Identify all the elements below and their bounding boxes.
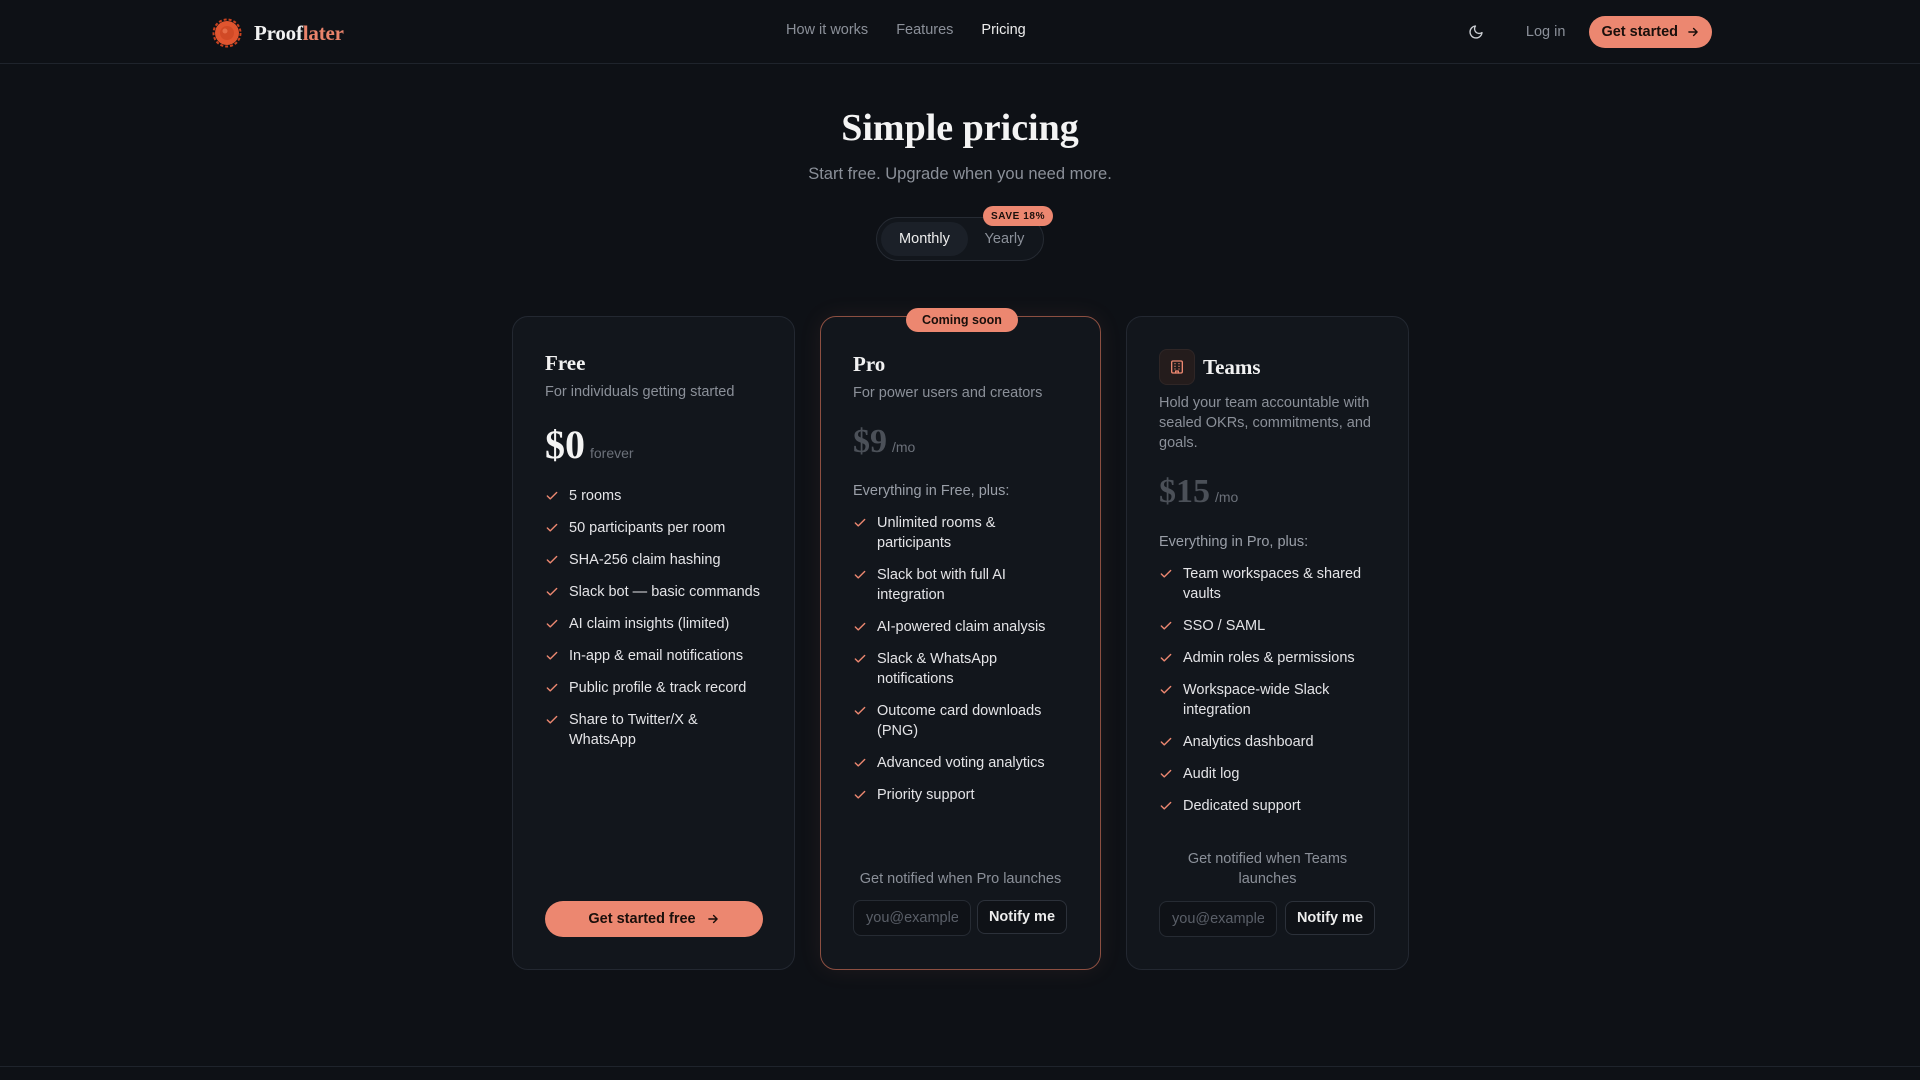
price-period: /mo bbox=[892, 439, 916, 455]
price-amount: $0 bbox=[545, 422, 585, 467]
feature-item: AI claim insights (limited) bbox=[545, 614, 773, 634]
feature-item: Audit log bbox=[1159, 764, 1369, 784]
nav-features[interactable]: Features bbox=[896, 22, 953, 38]
check-icon bbox=[1160, 737, 1172, 746]
pro-email-field[interactable] bbox=[853, 900, 971, 936]
check-icon bbox=[854, 570, 866, 579]
check-icon bbox=[546, 715, 558, 724]
plan-name: Teams bbox=[1203, 355, 1261, 379]
feature-item: 50 participants per room bbox=[545, 518, 773, 538]
header-actions: Log in Get started bbox=[1460, 16, 1712, 48]
price-period: /mo bbox=[1215, 489, 1239, 505]
page-subtitle: Start free. Upgrade when you need more. bbox=[808, 165, 1112, 183]
plan-intro: Everything in Pro, plus: bbox=[1159, 534, 1309, 550]
main-nav: How it works Features Pricing bbox=[786, 22, 1026, 38]
check-icon bbox=[854, 518, 866, 527]
feature-list: Unlimited rooms & participants Slack bot… bbox=[853, 513, 1053, 805]
feature-item: Team workspaces & shared vaults bbox=[1159, 564, 1369, 604]
arrow-right-icon bbox=[1688, 27, 1698, 37]
feature-item: Share to Twitter/X & WhatsApp bbox=[545, 710, 773, 750]
feature-item: Dedicated support bbox=[1159, 796, 1369, 816]
check-icon bbox=[1160, 685, 1172, 694]
wax-seal-icon bbox=[212, 18, 242, 48]
feature-item: Slack & WhatsApp notifications bbox=[853, 649, 1053, 689]
monthly-option[interactable]: Monthly bbox=[881, 222, 968, 256]
check-icon bbox=[854, 706, 866, 715]
plan-card-pro: Pro For power users and creators $9 /mo … bbox=[820, 316, 1101, 970]
check-icon bbox=[854, 790, 866, 799]
plan-price: $15 /mo bbox=[1159, 473, 1238, 511]
plan-card-free: Free For individuals getting started $0 … bbox=[512, 316, 795, 970]
plan-description: Hold your team accountable with sealed O… bbox=[1159, 395, 1371, 451]
feature-item: SHA-256 claim hashing bbox=[545, 550, 773, 570]
yearly-option[interactable]: Yearly bbox=[970, 222, 1039, 256]
feature-item: Outcome card downloads (PNG) bbox=[853, 701, 1053, 741]
notify-text: Get notified when Pro launches bbox=[859, 871, 1062, 887]
plan-description: For power users and creators bbox=[853, 385, 1043, 401]
price-amount: $9 bbox=[853, 423, 887, 460]
feature-item: 5 rooms bbox=[545, 486, 773, 506]
teams-notify-button[interactable]: Notify me bbox=[1285, 901, 1375, 935]
notify-text: Get notified when Teams launches bbox=[1187, 851, 1348, 887]
check-icon bbox=[1160, 769, 1172, 778]
feature-item: SSO / SAML bbox=[1159, 616, 1369, 636]
get-started-free-label: Get started free bbox=[588, 911, 696, 927]
plan-price: $9 /mo bbox=[853, 423, 915, 461]
plan-name: Pro bbox=[853, 352, 886, 376]
logo[interactable]: Prooflater bbox=[212, 18, 344, 48]
page-title: Simple pricing bbox=[841, 107, 1079, 149]
top-header: Prooflater How it works Features Pricing… bbox=[0, 0, 1920, 64]
brand-name: Prooflater bbox=[254, 20, 344, 45]
plan-intro: Everything in Free, plus: bbox=[853, 483, 1010, 499]
check-icon bbox=[854, 758, 866, 767]
check-icon bbox=[1160, 653, 1172, 662]
footer-divider bbox=[0, 1066, 1920, 1067]
get-started-free-button[interactable]: Get started free bbox=[545, 901, 763, 937]
feature-item: Admin roles & permissions bbox=[1159, 648, 1369, 668]
theme-toggle-button[interactable] bbox=[1460, 16, 1492, 48]
teams-email-field[interactable] bbox=[1159, 901, 1277, 937]
nav-how-it-works[interactable]: How it works bbox=[786, 22, 868, 38]
plan-name: Free bbox=[545, 351, 586, 375]
check-icon bbox=[546, 683, 558, 692]
check-icon bbox=[854, 654, 866, 663]
pro-notify-button[interactable]: Notify me bbox=[977, 900, 1067, 934]
check-icon bbox=[546, 587, 558, 596]
moon-icon bbox=[1469, 25, 1483, 39]
check-icon bbox=[1160, 569, 1172, 578]
plan-price: $0 forever bbox=[545, 421, 634, 468]
feature-list: Team workspaces & shared vaults SSO / SA… bbox=[1159, 564, 1369, 816]
check-icon bbox=[854, 622, 866, 631]
feature-item: In-app & email notifications bbox=[545, 646, 773, 666]
building-icon bbox=[1159, 349, 1195, 385]
coming-soon-badge: Coming soon bbox=[906, 308, 1018, 332]
check-icon bbox=[546, 555, 558, 564]
feature-item: Slack bot with full AI integration bbox=[853, 565, 1053, 605]
feature-item: Analytics dashboard bbox=[1159, 732, 1369, 752]
feature-list: 5 rooms 50 participants per room SHA-256… bbox=[545, 486, 773, 750]
plan-description: For individuals getting started bbox=[545, 384, 735, 400]
feature-item: Public profile & track record bbox=[545, 678, 773, 698]
get-started-label: Get started bbox=[1601, 24, 1678, 40]
arrow-right-icon bbox=[707, 914, 718, 924]
login-link[interactable]: Log in bbox=[1526, 24, 1566, 40]
save-badge: SAVE 18% bbox=[983, 206, 1054, 226]
check-icon bbox=[1160, 801, 1172, 810]
get-started-button[interactable]: Get started bbox=[1589, 16, 1712, 48]
feature-item: Unlimited rooms & participants bbox=[853, 513, 1053, 553]
check-icon bbox=[546, 523, 558, 532]
plan-card-teams: Teams Hold your team accountable with se… bbox=[1126, 316, 1409, 970]
feature-item: Priority support bbox=[853, 785, 1053, 805]
nav-pricing[interactable]: Pricing bbox=[981, 22, 1025, 38]
feature-item: Advanced voting analytics bbox=[853, 753, 1053, 773]
feature-item: Workspace-wide Slack integration bbox=[1159, 680, 1369, 720]
price-period: forever bbox=[590, 445, 634, 461]
price-amount: $15 bbox=[1159, 473, 1210, 510]
check-icon bbox=[546, 619, 558, 628]
feature-item: AI-powered claim analysis bbox=[853, 617, 1053, 637]
feature-item: Slack bot — basic commands bbox=[545, 582, 773, 602]
check-icon bbox=[1160, 621, 1172, 630]
check-icon bbox=[546, 651, 558, 660]
check-icon bbox=[546, 491, 558, 500]
